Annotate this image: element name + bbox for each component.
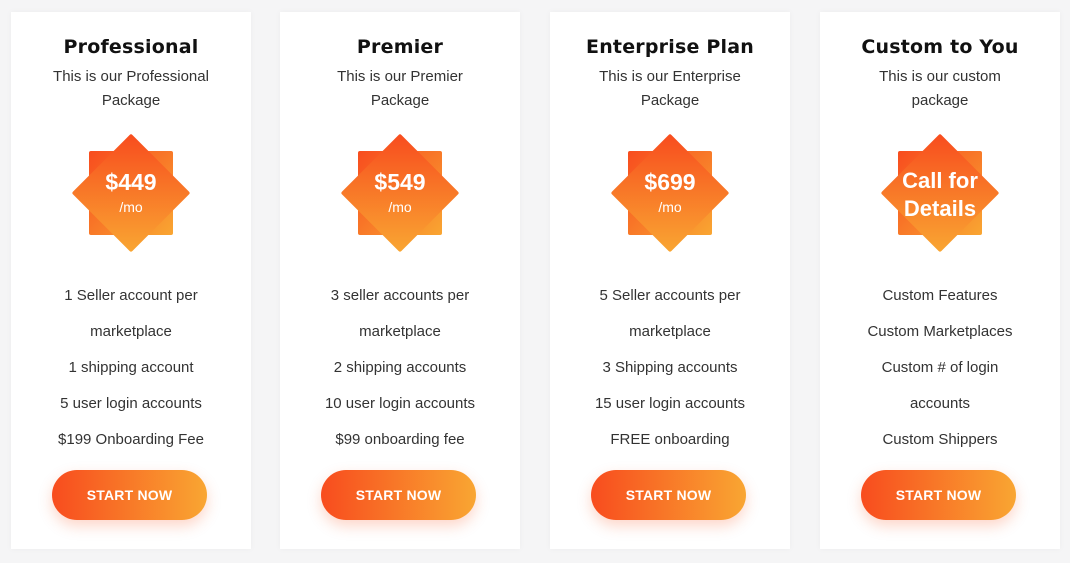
plan-card-enterprise: Enterprise Plan This is our Enterprise P… — [550, 12, 790, 549]
price-period: /mo — [658, 199, 682, 215]
feature-item: Custom Shippers — [882, 431, 998, 448]
plan-description: This is our custom package — [879, 68, 1001, 109]
feature-item: Custom Marketplaces — [867, 323, 1013, 340]
price-badge: $449 /mo — [71, 133, 191, 253]
plan-description: This is our Professional Package — [53, 68, 209, 109]
start-now-button[interactable]: START NOW — [321, 470, 476, 520]
plan-title: Enterprise Plan — [586, 36, 754, 58]
feature-item: 5 Seller accounts per — [599, 287, 741, 304]
feature-item: accounts — [909, 395, 971, 412]
price-period: /mo — [119, 199, 143, 215]
price-badge: Call for Details — [880, 133, 1000, 253]
feature-item: marketplace — [359, 323, 441, 340]
feature-item: marketplace — [90, 323, 172, 340]
badge-line: Call for — [902, 168, 978, 193]
plan-description: This is our Premier Package — [337, 68, 463, 109]
plan-title: Custom to You — [861, 36, 1019, 58]
plan-title: Premier — [356, 36, 444, 58]
plan-price: $549 — [374, 169, 426, 195]
start-now-button[interactable]: START NOW — [52, 470, 207, 520]
feature-item: 1 shipping account — [68, 359, 194, 376]
feature-item: $199 Onboarding Fee — [58, 431, 204, 448]
feature-list: Custom Features Custom Marketplaces Cust… — [828, 278, 1052, 458]
feature-item: 3 seller accounts per — [330, 287, 470, 304]
plan-price: $449 — [105, 169, 157, 195]
start-now-button[interactable]: START NOW — [861, 470, 1016, 520]
feature-item: 5 user login accounts — [60, 395, 202, 412]
feature-item: 2 shipping accounts — [333, 359, 467, 376]
feature-item: Custom Features — [882, 287, 998, 304]
price-badge: $699 /mo — [610, 133, 730, 253]
badge-line: Details — [903, 196, 977, 221]
plan-card-professional: Professional This is our Professional Pa… — [11, 12, 251, 549]
pricing-table: Professional This is our Professional Pa… — [0, 0, 1070, 563]
feature-item: marketplace — [629, 323, 711, 340]
plan-description: This is our Enterprise Package — [599, 68, 741, 109]
feature-item: FREE onboarding — [610, 431, 730, 448]
feature-item: 3 Shipping accounts — [602, 359, 738, 376]
feature-list: 1 Seller account per marketplace 1 shipp… — [19, 278, 243, 458]
plan-card-premier: Premier This is our Premier Package $549… — [280, 12, 520, 549]
plan-title: Professional — [63, 36, 199, 58]
start-now-button[interactable]: START NOW — [591, 470, 746, 520]
feature-item: 15 user login accounts — [594, 395, 746, 412]
feature-list: 3 seller accounts per marketplace 2 ship… — [288, 278, 512, 458]
plan-card-custom: Custom to You This is our custom package… — [820, 12, 1060, 549]
feature-item: 10 user login accounts — [324, 395, 476, 412]
call-for-details-text: Call for Details — [882, 167, 998, 223]
price-period: /mo — [388, 199, 412, 215]
plan-price: $699 — [644, 169, 696, 195]
price-badge: $549 /mo — [340, 133, 460, 253]
feature-item: 1 Seller account per — [64, 287, 198, 304]
feature-list: 5 Seller accounts per marketplace 3 Ship… — [558, 278, 782, 458]
feature-item: Custom # of login — [881, 359, 999, 376]
feature-item: $99 onboarding fee — [335, 431, 465, 448]
